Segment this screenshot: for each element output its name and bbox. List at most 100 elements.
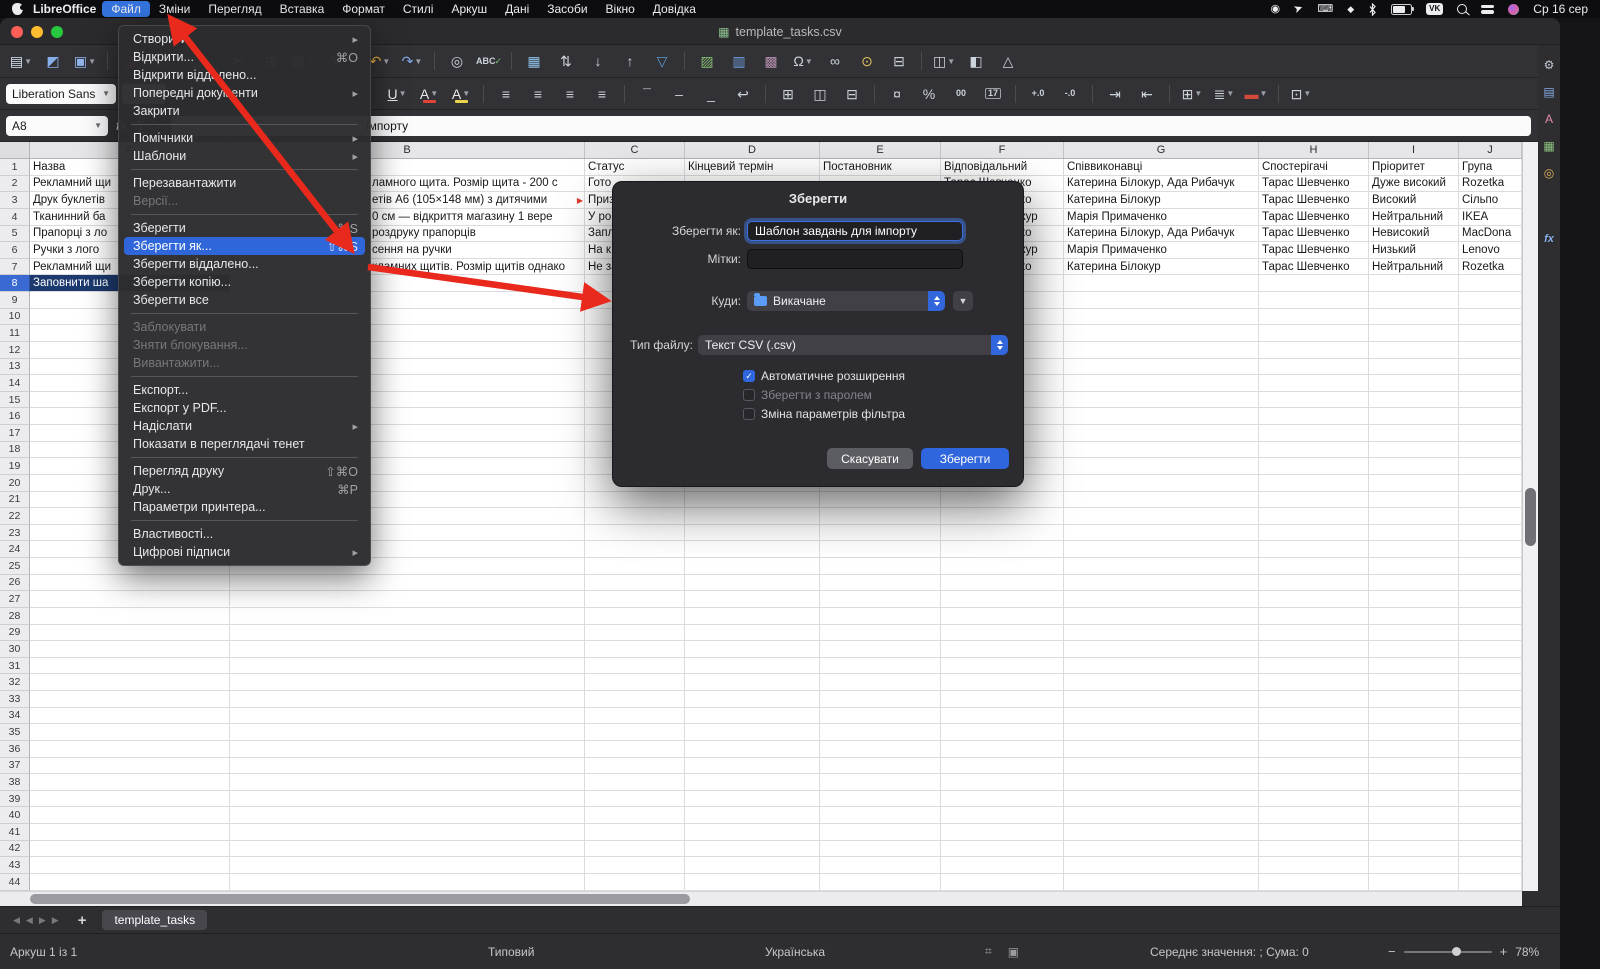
table-button[interactable]: ▦ (519, 49, 549, 73)
cell[interactable] (1369, 408, 1459, 425)
row-header-14[interactable]: 14 (0, 375, 30, 392)
select-all-corner[interactable] (0, 142, 30, 159)
column-header-J[interactable]: J (1459, 142, 1522, 158)
apple-menu-icon[interactable] (12, 3, 23, 15)
cell[interactable] (1459, 874, 1522, 891)
cell[interactable] (585, 857, 685, 874)
cell[interactable] (1369, 724, 1459, 741)
cell[interactable] (585, 492, 685, 509)
special-character-button[interactable]: Ω▼ (788, 49, 818, 73)
cell[interactable] (1369, 774, 1459, 791)
cell[interactable] (1369, 558, 1459, 575)
cell[interactable] (820, 492, 941, 509)
cell[interactable] (585, 841, 685, 858)
scrollbar-thumb[interactable] (30, 894, 690, 904)
cell[interactable] (1064, 758, 1259, 775)
cell[interactable] (30, 591, 230, 608)
cell[interactable] (585, 625, 685, 642)
delete-decimal-button[interactable]: -.0 (1055, 82, 1085, 106)
border-style-button[interactable]: ≣▼ (1209, 82, 1239, 106)
cell[interactable] (1369, 492, 1459, 509)
row-header-31[interactable]: 31 (0, 658, 30, 675)
cell[interactable] (941, 691, 1064, 708)
file-menu-item-new[interactable]: Створити▸ (119, 30, 370, 48)
selection-mode-icons[interactable]: ⌗▣ (985, 934, 1019, 969)
cell[interactable] (685, 541, 820, 558)
cell[interactable] (1369, 741, 1459, 758)
cell[interactable] (685, 575, 820, 592)
file-menu-item-export-pdf[interactable]: Експорт у PDF... (119, 399, 370, 417)
file-type-select[interactable]: Текст CSV (.csv) (698, 335, 1008, 355)
cell[interactable] (941, 741, 1064, 758)
cell[interactable] (941, 658, 1064, 675)
cell[interactable] (230, 807, 585, 824)
cell[interactable] (585, 525, 685, 542)
cancel-button[interactable]: Скасувати (827, 448, 913, 469)
underline-button[interactable]: U▼ (382, 82, 412, 106)
cell[interactable] (941, 492, 1064, 509)
bluetooth-icon[interactable] (1368, 3, 1377, 16)
cell[interactable] (585, 741, 685, 758)
file-menu-item-save[interactable]: Зберегти⌘S (119, 219, 370, 237)
row-header-27[interactable]: 27 (0, 591, 30, 608)
cell[interactable] (1259, 824, 1369, 841)
file-menu-item-export[interactable]: Експорт... (119, 381, 370, 399)
cell[interactable] (1064, 824, 1259, 841)
cell[interactable] (1064, 724, 1259, 741)
cell[interactable] (820, 774, 941, 791)
cell[interactable] (820, 824, 941, 841)
insert-image-button[interactable]: ▨ (692, 49, 722, 73)
cell[interactable] (1369, 342, 1459, 359)
percent-format-button[interactable]: % (914, 82, 944, 106)
cell[interactable] (585, 758, 685, 775)
cell[interactable] (1259, 857, 1369, 874)
menubar-item-2[interactable]: Перегляд (199, 1, 270, 17)
menubar-item-0[interactable]: Файл (102, 1, 150, 17)
open-button[interactable]: ◩ (38, 49, 68, 73)
styles-icon[interactable]: A (1545, 113, 1553, 125)
cell[interactable] (1259, 724, 1369, 741)
cell[interactable] (30, 841, 230, 858)
cell[interactable]: Марія Примаченко (1064, 209, 1259, 226)
row-header-41[interactable]: 41 (0, 824, 30, 841)
cell[interactable] (30, 674, 230, 691)
sidebar-settings-icon[interactable]: ⚙ (1544, 59, 1555, 71)
font-color-button[interactable]: A▼ (414, 82, 444, 106)
cell[interactable] (230, 658, 585, 675)
row-header-29[interactable]: 29 (0, 625, 30, 642)
font-name-select[interactable]: Liberation Sans▼ (6, 84, 116, 104)
cell[interactable] (1064, 741, 1259, 758)
cell[interactable] (941, 541, 1064, 558)
cell[interactable] (941, 724, 1064, 741)
row-header-6[interactable]: 6 (0, 242, 30, 259)
cell[interactable] (1459, 857, 1522, 874)
cell[interactable] (1064, 791, 1259, 808)
cell[interactable] (820, 591, 941, 608)
unmerge-cells-button[interactable]: ⊟ (837, 82, 867, 106)
cell[interactable] (230, 724, 585, 741)
cell[interactable] (1459, 541, 1522, 558)
cell[interactable] (685, 874, 820, 891)
row-header-37[interactable]: 37 (0, 758, 30, 775)
cell[interactable] (685, 625, 820, 642)
file-menu-item-open[interactable]: Відкрити...⌘O (119, 48, 370, 66)
cell[interactable] (230, 857, 585, 874)
cell[interactable] (1369, 325, 1459, 342)
hyperlink-button[interactable]: ∞ (820, 49, 850, 73)
share-icon[interactable]: ➤ (1293, 2, 1305, 15)
cell[interactable] (30, 791, 230, 808)
row-header-44[interactable]: 44 (0, 874, 30, 891)
cell[interactable] (685, 807, 820, 824)
cell[interactable] (941, 807, 1064, 824)
cell[interactable] (1369, 641, 1459, 658)
freeze-panes-button[interactable]: ◫▼ (929, 49, 959, 73)
cell[interactable] (230, 608, 585, 625)
cell[interactable] (1259, 425, 1369, 442)
cell[interactable] (1369, 508, 1459, 525)
cell[interactable]: Група (1459, 159, 1522, 176)
cell[interactable] (1369, 458, 1459, 475)
row-header-38[interactable]: 38 (0, 774, 30, 791)
cell[interactable]: Спостерігачі (1259, 159, 1369, 176)
cell[interactable] (585, 824, 685, 841)
cell[interactable] (1064, 309, 1259, 326)
